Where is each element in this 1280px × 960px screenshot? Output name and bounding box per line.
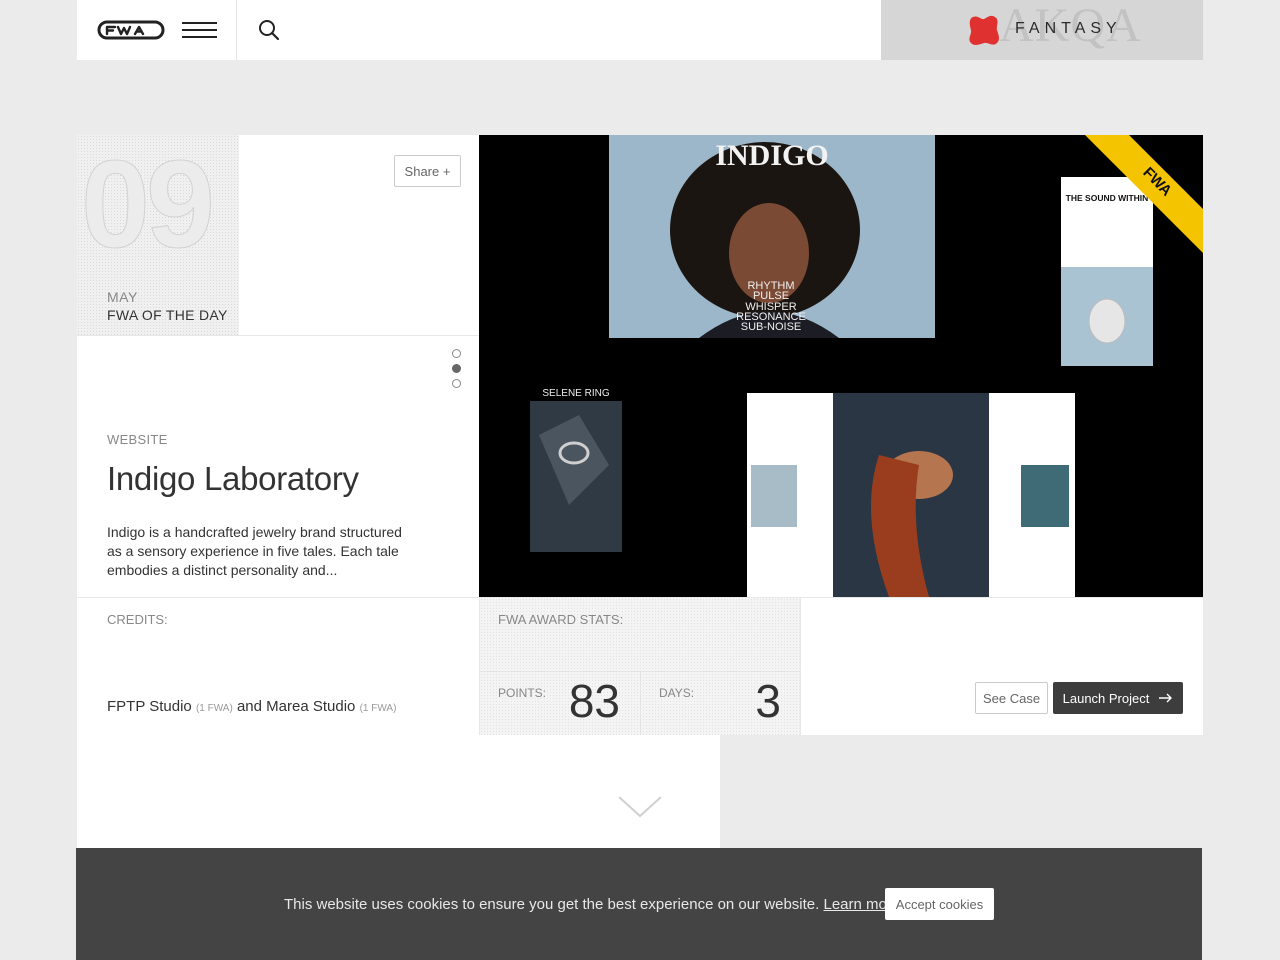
points-value: 83 — [568, 675, 620, 727]
stats-label: FWA AWARD STATS: — [498, 612, 624, 627]
credit-studio-1-count: (1 FWA) — [195, 703, 233, 714]
credits-line: FPTP Studio (1 FWA) and Marea Studio (1 … — [107, 698, 396, 715]
award-date-box: 09 MAY FWA OF THE DAY — [77, 135, 239, 335]
credit-studio-2-count: (1 FWA) — [359, 703, 397, 714]
logo-cell — [77, 0, 237, 60]
arrow-right-icon — [1159, 693, 1173, 703]
project-hero-image[interactable]: INDIGO RHYTHM PULSE WHISPER RESONANCE SU… — [479, 135, 1203, 597]
slide-pagination — [452, 349, 461, 394]
credits-label: CREDITS: — [107, 612, 168, 627]
credit-studio-2[interactable]: Marea Studio — [266, 698, 355, 715]
hero-selene-text: SELENE RING — [542, 388, 609, 399]
project-title: Indigo Laboratory — [107, 460, 359, 497]
award-day: 09 — [81, 136, 216, 274]
divider — [77, 335, 479, 336]
hero-sound-text: THE SOUND WITHIN — [1066, 193, 1149, 203]
project-footer-row: CREDITS: FPTP Studio (1 FWA) and Marea S… — [77, 597, 1203, 735]
points-stat: POINTS: 83 — [480, 671, 641, 735]
award-label: FWA OF THE DAY — [107, 307, 228, 323]
credits-joiner: and — [236, 698, 262, 715]
project-category: WEBSITE — [107, 432, 168, 447]
see-case-button[interactable]: See Case — [975, 682, 1048, 714]
project-description: Indigo is a handcrafted jewelry brand st… — [107, 524, 402, 578]
slide-dot-2[interactable] — [452, 364, 461, 373]
hero-brand-text: INDIGO — [715, 139, 828, 172]
hamburger-menu-icon[interactable] — [182, 22, 217, 38]
share-button[interactable]: Share + — [394, 155, 461, 187]
points-label: POINTS: — [498, 686, 547, 700]
accept-cookies-button[interactable]: Accept cookies — [885, 888, 994, 920]
launch-project-button[interactable]: Launch Project — [1053, 682, 1183, 714]
cookie-banner: This website uses cookies to ensure you … — [76, 848, 1202, 960]
credit-studio-1[interactable]: FPTP Studio — [107, 698, 192, 715]
launch-project-label: Launch Project — [1062, 690, 1150, 706]
fantasy-logo-icon — [969, 15, 1000, 46]
cookie-message: This website uses cookies to ensure you … — [284, 896, 900, 913]
days-value: 3 — [755, 675, 781, 727]
award-month: MAY — [107, 289, 138, 305]
hero-collage: INDIGO RHYTHM PULSE WHISPER RESONANCE SU… — [530, 135, 1203, 597]
cookie-message-text: This website uses cookies to ensure you … — [284, 896, 820, 913]
award-stats-panel: FWA AWARD STATS: POINTS: 83 DAYS: 3 — [479, 598, 801, 735]
days-label: DAYS: — [659, 686, 695, 700]
slide-dot-3[interactable] — [452, 379, 461, 388]
sponsor-banner[interactable]: AKQA FANTASY — [881, 0, 1203, 60]
top-bar: AKQA FANTASY — [77, 0, 1203, 60]
slide-dot-1[interactable] — [452, 349, 461, 358]
fwa-logo-icon[interactable] — [97, 19, 165, 41]
chevron-down-icon[interactable] — [617, 795, 663, 819]
hero-poem-line: SUB-NOISE — [741, 321, 802, 333]
scroll-down-strip — [77, 735, 720, 848]
sponsor-name: FANTASY — [1015, 20, 1122, 37]
search-icon[interactable] — [258, 19, 280, 41]
days-stat: DAYS: 3 — [641, 671, 801, 735]
fwa-project-card: 09 MAY FWA OF THE DAY Share + WEBSITE In… — [77, 135, 1203, 735]
